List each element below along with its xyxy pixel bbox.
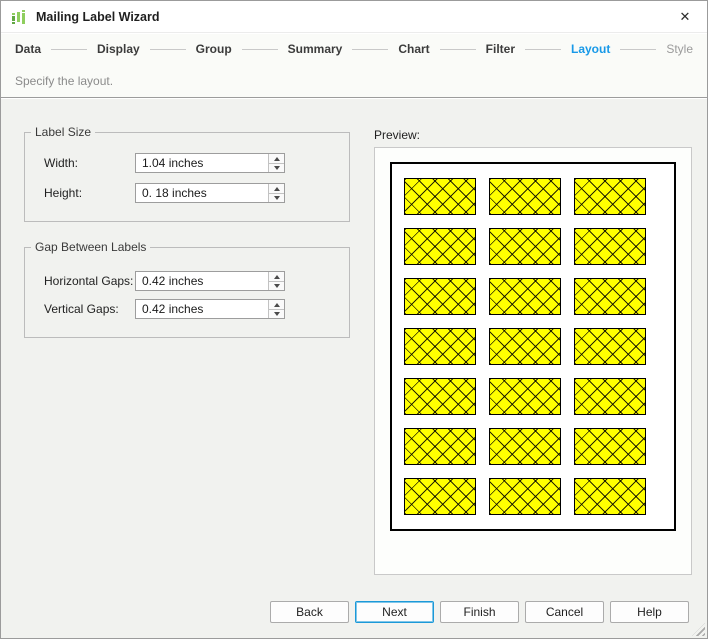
gap-between-labels-legend: Gap Between Labels [31,240,151,254]
back-button[interactable]: Back [270,601,349,623]
horizontal-gaps-spinbox [135,271,285,291]
width-spin-up-button[interactable] [269,154,284,163]
arrow-up-icon [273,302,280,307]
horizontal-gaps-spin-up-button[interactable] [269,272,284,281]
height-spin-down-button[interactable] [269,193,284,202]
preview-label-cell [574,178,646,215]
preview-label-cell [404,378,476,415]
height-field-row: Height: [25,183,349,203]
step-filter[interactable]: Filter [486,42,515,56]
wizard-logo-icon [11,9,27,25]
step-display[interactable]: Display [97,42,140,56]
step-layout[interactable]: Layout [571,42,610,56]
step-group[interactable]: Group [196,42,232,56]
vertical-gaps-spin-up-button[interactable] [269,300,284,309]
close-icon[interactable]: ✕ [676,8,694,26]
next-button[interactable]: Next [355,601,434,623]
preview-label-cell [404,428,476,465]
step-connector [620,48,657,50]
window-title: Mailing Label Wizard [36,9,160,24]
arrow-up-icon [273,274,280,279]
horizontal-gaps-spin-buttons [268,272,284,290]
preview-label-cell [574,428,646,465]
label-size-legend: Label Size [31,125,96,139]
mailing-label-wizard-dialog: Mailing Label Wizard ✕ Data Display Group S… [0,0,708,639]
height-spin-up-button[interactable] [269,184,284,193]
label-size-groupbox: Label Size Width: Height: [24,125,350,222]
help-button[interactable]: Help [610,601,689,623]
step-connector [149,48,186,50]
height-label: Height: [44,186,83,200]
arrow-down-icon [273,196,280,200]
width-spinbox [135,153,285,173]
step-style[interactable]: Style [666,42,693,56]
height-spin-buttons [268,184,284,202]
preview-caption: Preview: [374,128,421,142]
preview-label-cell [489,478,561,515]
title-bar: Mailing Label Wizard ✕ [1,1,707,33]
arrow-down-icon [273,312,280,316]
preview-label-cell [489,378,561,415]
preview-label-cell [404,328,476,365]
height-input[interactable] [136,184,266,202]
vertical-gaps-label: Vertical Gaps: [44,302,119,316]
preview-label-cell [489,178,561,215]
step-connector [352,48,389,50]
width-spin-buttons [268,154,284,172]
preview-label-cell [404,178,476,215]
preview-label-cell [404,478,476,515]
width-spin-down-button[interactable] [269,163,284,172]
horizontal-gaps-spin-down-button[interactable] [269,281,284,290]
width-input[interactable] [136,154,266,172]
arrow-up-icon [273,186,280,191]
step-connector [241,48,278,50]
vertical-gaps-input[interactable] [136,300,266,318]
preview-label-cell [489,228,561,265]
step-connector [51,48,87,50]
step-data[interactable]: Data [15,42,41,56]
preview-label-cell [574,328,646,365]
preview-label-cell [574,228,646,265]
step-summary[interactable]: Summary [288,42,343,56]
preview-page [390,162,676,531]
preview-grid [404,178,646,515]
content-area: Label Size Width: Height: [1,99,707,638]
width-field-row: Width: [25,153,349,173]
preview-label-cell [404,278,476,315]
step-connector [439,48,476,50]
step-connector [525,48,561,50]
width-label: Width: [44,156,79,170]
preview-label-cell [574,478,646,515]
finish-button[interactable]: Finish [440,601,519,623]
button-bar: Back Next Finish Cancel Help [270,601,689,623]
cancel-button[interactable]: Cancel [525,601,604,623]
vertical-gaps-spin-down-button[interactable] [269,309,284,318]
preview-label-cell [574,278,646,315]
step-chart[interactable]: Chart [398,42,429,56]
wizard-header: Data Display Group Summary Chart Filter Layout… [1,34,707,98]
wizard-subtitle: Specify the layout. [15,74,114,88]
preview-label-cell [489,428,561,465]
preview-label-cell [404,228,476,265]
horizontal-gaps-field-row: Horizontal Gaps: [25,271,349,291]
gap-between-labels-groupbox: Gap Between Labels Horizontal Gaps: Vert… [24,240,350,338]
vertical-gaps-field-row: Vertical Gaps: [25,299,349,319]
preview-label-cell [489,328,561,365]
wizard-steps: Data Display Group Summary Chart Filter Layout… [1,34,707,56]
height-spinbox [135,183,285,203]
preview-label-cell [574,378,646,415]
preview-label-cell [489,278,561,315]
arrow-down-icon [273,284,280,288]
horizontal-gaps-label: Horizontal Gaps: [44,274,134,288]
arrow-down-icon [273,166,280,170]
vertical-gaps-spin-buttons [268,300,284,318]
preview-panel [374,147,692,575]
arrow-up-icon [273,156,280,161]
vertical-gaps-spinbox [135,299,285,319]
horizontal-gaps-input[interactable] [136,272,266,290]
